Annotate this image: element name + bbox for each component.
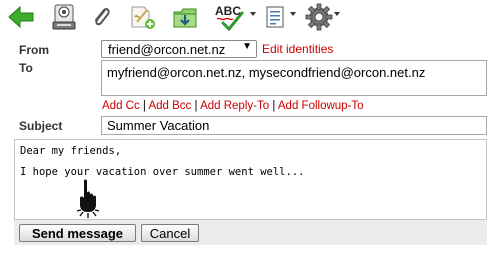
subject-label: Subject [19,119,63,133]
link-separator: | [142,100,146,112]
back-button[interactable] [6,3,36,31]
signature-button[interactable] [128,3,158,31]
editor-type-dropdown-icon[interactable] [290,12,296,16]
to-label: To [19,61,33,75]
send-message-button[interactable]: Send message [19,224,136,242]
add-bcc-link[interactable]: Add Bcc [148,100,191,112]
editor-type-button[interactable] [263,3,287,31]
edit-identities-link[interactable]: Edit identities [262,42,333,56]
compose-action-bar: Send message Cancel [14,219,487,245]
save-draft-button[interactable] [50,3,78,31]
to-value: myfriend@orcon.net.nz, mysecondfriend@or… [107,65,426,80]
add-signature-icon [131,6,155,29]
body-line: I hope your vacation over summer went we… [20,166,305,178]
options-button[interactable] [304,3,334,31]
from-value: friend@orcon.net.nz [108,42,226,57]
spellcheck-button[interactable]: ABC [212,3,246,31]
add-header-links: Add Cc | Add Bcc | Add Reply-To | Add Fo… [102,100,364,112]
subject-value: Summer Vacation [107,118,210,133]
to-field[interactable]: myfriend@orcon.net.nz, mysecondfriend@or… [101,60,487,96]
spellcheck-icon: ABC [215,4,244,31]
subject-field[interactable]: Summer Vacation [101,116,487,135]
bottom-spacer [0,245,487,257]
from-select[interactable]: friend@orcon.net.nz ▼ [101,40,257,58]
back-arrow-icon [8,6,34,28]
add-reply-to-link[interactable]: Add Reply-To [200,100,269,112]
add-cc-link[interactable]: Add Cc [102,100,140,112]
link-separator: | [272,100,276,112]
editor-type-icon [266,6,284,28]
body-line: Dear my friends, [20,145,122,157]
spellcheck-label: ABC [215,4,241,18]
insert-response-icon [173,8,197,28]
pointer-hand-cursor-icon [77,179,99,218]
add-followup-to-link[interactable]: Add Followup-To [278,100,364,112]
spellcheck-dropdown-icon[interactable] [250,12,256,16]
toolbar: ABC [0,0,487,36]
options-dropdown-icon[interactable] [334,12,340,16]
options-gear-icon [305,3,333,31]
insert-response-button[interactable] [170,3,200,31]
attach-button[interactable] [88,3,114,31]
chevron-down-icon: ▼ [242,41,252,52]
link-separator: | [194,100,198,112]
attachment-paperclip-icon [95,7,110,26]
from-label: From [19,43,49,57]
message-body-editor[interactable]: Dear my friends, I hope your vacation ov… [14,139,487,245]
cancel-button[interactable]: Cancel [141,224,199,242]
save-draft-icon [52,4,76,30]
